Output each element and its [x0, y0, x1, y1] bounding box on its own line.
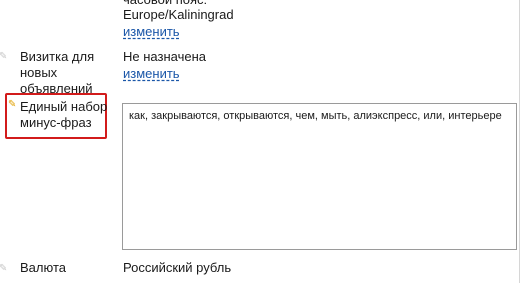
- pin-icon[interactable]: ✎: [0, 264, 9, 274]
- currency-value: Российский рубль: [123, 260, 232, 275]
- card-value: Не назначена: [123, 49, 206, 64]
- minus-phrases-label: Единый набор минус-фраз: [20, 99, 108, 130]
- card-change-link[interactable]: изменить: [123, 66, 180, 82]
- pin-icon-active[interactable]: ✎: [8, 100, 18, 110]
- pin-icon[interactable]: ✎: [0, 52, 9, 62]
- minus-phrases-textarea[interactable]: [122, 103, 517, 250]
- currency-label: Валюта: [20, 260, 66, 275]
- panel-right-border: [519, 0, 520, 283]
- timezone-value: Europe/Kaliningrad: [123, 7, 234, 22]
- card-label: Визитка для новых объявлений: [20, 49, 95, 96]
- timezone-change-link[interactable]: изменить: [123, 24, 180, 40]
